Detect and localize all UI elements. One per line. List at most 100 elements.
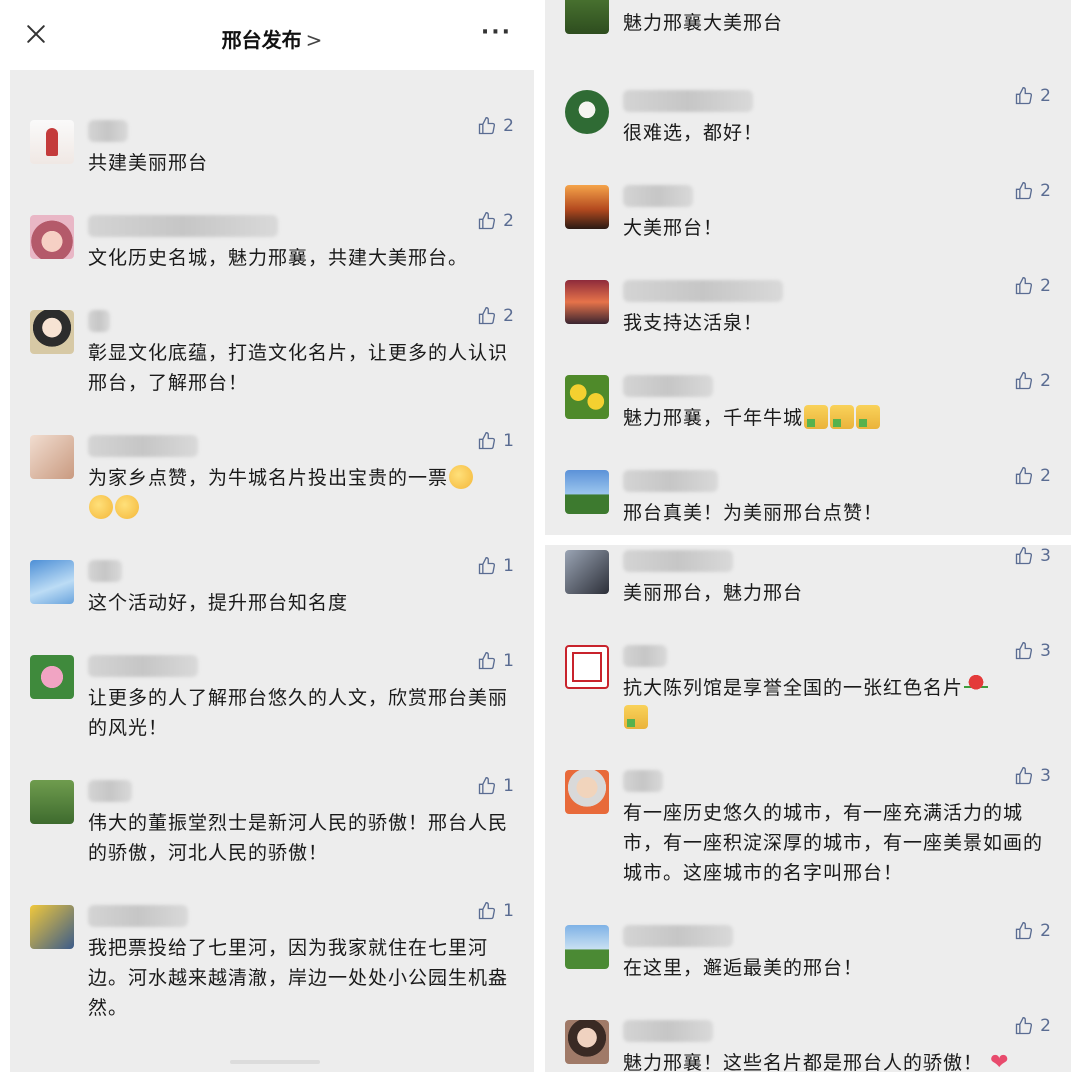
comment-text: 很难选，都好！	[623, 122, 764, 144]
comment-text: 我把票投给了七里河，因为我家就住在七里河边。河水越来越清澈，岸边一处处小公园生机…	[88, 937, 509, 1019]
like-button[interactable]: 2	[1014, 181, 1051, 201]
top-bar: 邢台发布 > ···	[10, 0, 534, 70]
like-button[interactable]: 1	[477, 901, 514, 921]
avatar[interactable]	[565, 1020, 609, 1064]
avatar[interactable]	[565, 90, 609, 134]
username-blurred	[88, 655, 198, 677]
thumbs-up-emoji	[830, 405, 855, 429]
page-title[interactable]: 邢台发布 >	[10, 24, 534, 53]
thumbs-up-icon	[479, 556, 496, 575]
thumbs-up-icon	[1016, 86, 1033, 105]
username-blurred	[88, 310, 110, 332]
comment-text: 彰显文化底蕴，打造文化名片，让更多的人认识邢台，了解邢台！	[88, 342, 509, 394]
comment-list-left[interactable]: 2 共建美丽邢台 2 文化历史名城，魅力邢襄，共建大美邢台。 2 彰显文化底蕴，…	[10, 70, 534, 1072]
thumbs-up-emoji	[624, 705, 648, 729]
avatar[interactable]	[565, 770, 609, 814]
username-blurred	[88, 215, 278, 237]
thumbs-up-icon	[1016, 766, 1033, 785]
comment-text: 文化历史名城，魅力邢襄，共建大美邢台。	[88, 247, 469, 269]
thumbs-up-icon	[1016, 1016, 1033, 1035]
like-button[interactable]: 2	[1014, 86, 1051, 106]
username-blurred	[623, 925, 733, 947]
comment-text: 让更多的人了解邢台悠久的人文，欣赏邢台美丽的风光！	[88, 687, 509, 739]
username-blurred	[88, 435, 198, 457]
username-blurred	[623, 550, 733, 572]
avatar[interactable]	[565, 0, 609, 34]
like-button[interactable]: 2	[477, 306, 514, 326]
like-button[interactable]: 2	[1014, 276, 1051, 296]
thumbs-up-icon	[479, 901, 496, 920]
comment-text: 有一座历史悠久的城市，有一座充满活力的城市，有一座积淀深厚的城市，有一座美景如画…	[623, 802, 1044, 884]
username-blurred	[623, 375, 713, 397]
avatar[interactable]	[30, 560, 74, 604]
avatar[interactable]	[565, 925, 609, 969]
thumbs-up-emoji	[856, 405, 881, 429]
avatar[interactable]	[30, 905, 74, 949]
like-button[interactable]: 3	[1014, 766, 1051, 786]
thumbs-up-icon	[1016, 371, 1033, 390]
thumbs-up-icon	[1016, 181, 1033, 200]
avatar[interactable]	[565, 550, 609, 594]
avatar[interactable]	[30, 215, 74, 259]
avatar[interactable]	[565, 185, 609, 229]
avatar[interactable]	[30, 435, 74, 479]
avatar[interactable]	[30, 780, 74, 824]
avatar[interactable]	[30, 310, 74, 354]
comment-text: 在这里，邂逅最美的邢台！	[623, 957, 864, 979]
like-button[interactable]: 2	[1014, 466, 1051, 486]
like-button[interactable]: 1	[477, 651, 514, 671]
comment-text: 为家乡点赞，为牛城名片投出宝贵的一票	[88, 463, 510, 523]
like-button[interactable]: 1	[477, 776, 514, 796]
avatar[interactable]	[565, 280, 609, 324]
username-blurred	[623, 645, 667, 667]
thumbs-up-icon	[1016, 921, 1033, 940]
rose-emoji	[964, 675, 989, 699]
avatar[interactable]	[565, 645, 609, 689]
like-button[interactable]: 2	[1014, 921, 1051, 941]
comment-list-right-top[interactable]: 魅力邢襄大美邢台 2 很难选，都好！ 2 大美邢台！ 2 我支持达活泉！ 2 魅…	[545, 0, 1071, 535]
username-blurred	[88, 120, 128, 142]
shy-face-emoji	[115, 495, 139, 519]
comment-text: 抗大陈列馆是享誉全国的一张红色名片	[623, 673, 1045, 733]
like-button[interactable]: 2	[477, 211, 514, 231]
like-button[interactable]: 3	[1014, 641, 1051, 661]
like-button[interactable]: 2	[1014, 1016, 1051, 1036]
thumbs-up-icon	[1016, 641, 1033, 660]
thumbs-up-icon	[479, 211, 496, 230]
more-icon[interactable]: ···	[481, 20, 512, 45]
scroll-indicator	[230, 1060, 320, 1064]
thumbs-up-icon	[479, 306, 496, 325]
thumbs-up-icon	[1016, 466, 1033, 485]
comment-text: 共建美丽邢台	[88, 152, 209, 174]
comment-text: 这个活动好，提升邢台知名度	[88, 592, 349, 614]
thumbs-up-emoji	[804, 405, 829, 429]
username-blurred	[623, 185, 693, 207]
comment-text: 我支持达活泉！	[623, 312, 764, 334]
comment-text: 邢台真美！为美丽邢台点赞！	[623, 502, 884, 524]
avatar[interactable]	[30, 655, 74, 699]
comment-list-right-bottom[interactable]: 3 美丽邢台，魅力邢台 3 抗大陈列馆是享誉全国的一张红色名片 3 有一座历史悠…	[545, 545, 1071, 1072]
like-button[interactable]: 2	[477, 116, 514, 136]
like-button[interactable]: 1	[477, 556, 514, 576]
like-button[interactable]: 3	[1014, 546, 1051, 566]
username-blurred	[623, 770, 663, 792]
comment-text: 魅力邢襄，千年牛城	[623, 403, 1045, 433]
heart-emoji: ❤	[990, 1050, 1010, 1072]
shy-face-emoji	[449, 465, 474, 489]
username-blurred	[623, 1020, 713, 1042]
thumbs-up-icon	[479, 116, 496, 135]
like-button[interactable]: 2	[1014, 371, 1051, 391]
like-button[interactable]: 1	[477, 431, 514, 451]
thumbs-up-icon	[1016, 546, 1033, 565]
comment-text: 大美邢台！	[623, 217, 724, 239]
username-blurred	[88, 560, 122, 582]
avatar[interactable]	[565, 470, 609, 514]
thumbs-up-icon	[479, 651, 496, 670]
comment-text: 魅力邢襄！这些名片都是邢台人的骄傲！ ❤	[623, 1048, 1045, 1072]
avatar[interactable]	[565, 375, 609, 419]
username-blurred	[88, 905, 188, 927]
username-blurred	[88, 780, 132, 802]
thumbs-up-icon	[479, 431, 496, 450]
avatar[interactable]	[30, 120, 74, 164]
thumbs-up-icon	[1016, 276, 1033, 295]
